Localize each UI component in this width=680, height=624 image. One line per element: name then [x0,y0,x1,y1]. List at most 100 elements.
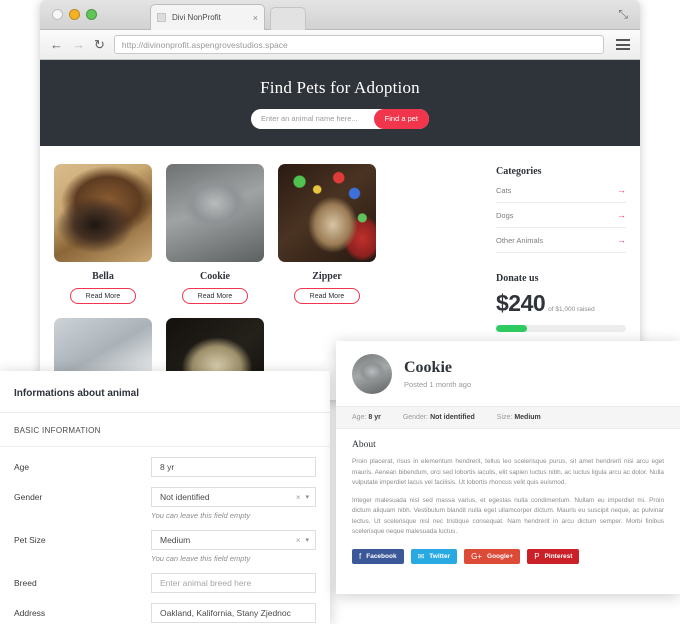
about-paragraph-2: Integer malesuada nisl sed massa varius,… [352,496,664,536]
about-paragraph-1: Proin placerat, risus in elementum hendr… [352,458,664,487]
address-label: Address [14,608,46,618]
category-label: Cats [496,186,512,195]
address-field[interactable]: Oakland, Kalifornia, Stany Zjednoc [151,603,316,623]
share-facebook-button[interactable]: f Facebook [352,548,404,564]
pet-size-label: Pet Size [14,535,46,545]
detail-body: About Proin placerat, risus in elementum… [336,429,680,538]
avatar [352,354,392,394]
browser-tabbar: Divi NonProfit × ⤡ [40,0,640,30]
share-label: Pinterest [544,552,573,560]
donation-goal: of $1,000 raised [548,306,595,313]
pet-size-value: Medium [160,535,191,545]
share-pinterest-button[interactable]: P Pinterest [527,548,580,564]
sidebar-item-dogs[interactable]: Dogs → [496,211,626,228]
detail-header: Cookie Posted 1 month ago [336,341,680,406]
pet-size-hint: You can leave this field empty [151,554,251,563]
clear-icon[interactable]: × [291,493,306,502]
meta-gender: Gender: Not identified [402,414,475,421]
hero-banner: Find Pets for Adoption Enter an animal n… [40,60,640,146]
url-input[interactable]: http://divinonprofit.aspengrovestudios.s… [113,35,604,54]
detail-meta-bar: Age: 8 yr Gender: Not identified Size: M… [336,406,680,429]
donation-amount: $240 [496,290,546,316]
arrow-right-icon: → [617,235,626,245]
forward-icon[interactable]: → [72,38,85,51]
new-tab-button[interactable] [270,7,306,30]
read-more-button[interactable]: Read More [182,288,248,304]
clear-icon[interactable]: × [291,536,306,545]
twitter-icon: ✉ [417,551,425,561]
arrow-right-icon: → [617,185,626,195]
social-share-row: f Facebook ✉ Twitter G+ Google+ P Pinter… [336,545,680,564]
age-label: Age [14,462,30,472]
form-row-breed: Breed Enter animal breed here [0,563,330,593]
share-googleplus-button[interactable]: G+ Google+ [464,548,521,564]
reload-icon[interactable]: ↻ [94,38,105,51]
pet-size-select[interactable]: Medium × ▾ [151,530,316,550]
share-label: Google+ [487,552,514,560]
browser-tab[interactable]: Divi NonProfit × [150,4,265,30]
chevron-down-icon[interactable]: ▾ [305,536,309,544]
form-header: Informations about animal [0,371,330,413]
form-row-age: Age 8 yr [0,447,330,477]
form-title: Informations about animal [14,388,140,399]
category-label: Dogs [496,211,514,220]
minimize-window-button[interactable] [69,9,80,20]
sidebar-item-other-animals[interactable]: Other Animals → [496,236,626,253]
googleplus-icon: G+ [471,551,483,561]
share-label: Twitter [429,552,451,560]
share-label: Facebook [366,552,397,560]
arrow-right-icon: → [617,210,626,220]
read-more-button[interactable]: Read More [70,288,136,304]
pinterest-icon: P [534,551,540,561]
browser-navbar: ← → ↻ http://divinonprofit.aspengrovestu… [40,30,640,60]
pet-photo[interactable] [278,164,376,262]
favicon-icon [157,13,166,22]
pet-photo[interactable] [54,164,152,262]
gender-select[interactable]: Not identified × ▾ [151,487,316,507]
pet-card[interactable]: Cookie Read More [166,164,264,304]
pet-name: Bella [92,271,114,282]
breed-field[interactable]: Enter animal breed here [151,573,316,593]
read-more-button[interactable]: Read More [294,288,360,304]
pet-search-bar: Enter an animal name here... Find a pet [251,108,429,129]
gender-label: Gender [14,492,43,502]
back-icon[interactable]: ← [50,38,63,51]
form-section-heading: BASIC INFORMATION [0,413,330,447]
window-controls[interactable] [52,9,97,20]
pet-card[interactable]: Zipper Read More [278,164,376,304]
tab-title: Divi NonProfit [172,13,221,22]
gender-value: Not identified [160,492,210,502]
expand-icon[interactable]: ⤡ [618,8,628,20]
pet-detail-panel: Cookie Posted 1 month ago Age: 8 yr Gend… [336,341,680,594]
facebook-icon: f [359,551,362,561]
close-window-button[interactable] [52,9,63,20]
donation-progress-bar [496,325,626,332]
age-field[interactable]: 8 yr [151,457,316,477]
pet-name: Zipper [312,271,342,282]
meta-age: Age: 8 yr [352,414,381,421]
category-label: Other Animals [496,236,544,245]
maximize-window-button[interactable] [86,9,97,20]
donation-total: $240 of $1,000 raised [496,290,626,317]
pet-card[interactable]: Bella Read More [54,164,152,304]
chevron-down-icon[interactable]: ▾ [305,493,309,501]
animal-info-form-panel: Informations about animal BASIC INFORMAT… [0,371,330,624]
gender-hint: You can leave this field empty [151,511,251,520]
about-heading: About [352,440,376,450]
pet-name: Cookie [200,271,230,282]
page-title: Find Pets for Adoption [260,77,420,97]
donate-heading: Donate us [496,273,539,284]
form-row-address: Address Oakland, Kalifornia, Stany Zjedn… [0,593,330,623]
find-pet-button[interactable]: Find a pet [373,108,429,129]
categories-heading: Categories [496,166,542,177]
search-input[interactable]: Enter an animal name here... [261,114,358,123]
meta-size: Size: Medium [496,414,541,421]
close-tab-icon[interactable]: × [249,13,258,23]
menu-icon[interactable] [613,39,630,50]
sidebar-item-cats[interactable]: Cats → [496,186,626,203]
form-row-pet-size: Pet Size Medium × ▾ You can leave this f… [0,520,330,563]
share-twitter-button[interactable]: ✉ Twitter [410,548,458,564]
detail-posted-date: Posted 1 month ago [404,380,472,390]
pet-photo[interactable] [166,164,264,262]
pet-row-1: Bella Read More Cookie Read More Zipper … [54,164,482,304]
